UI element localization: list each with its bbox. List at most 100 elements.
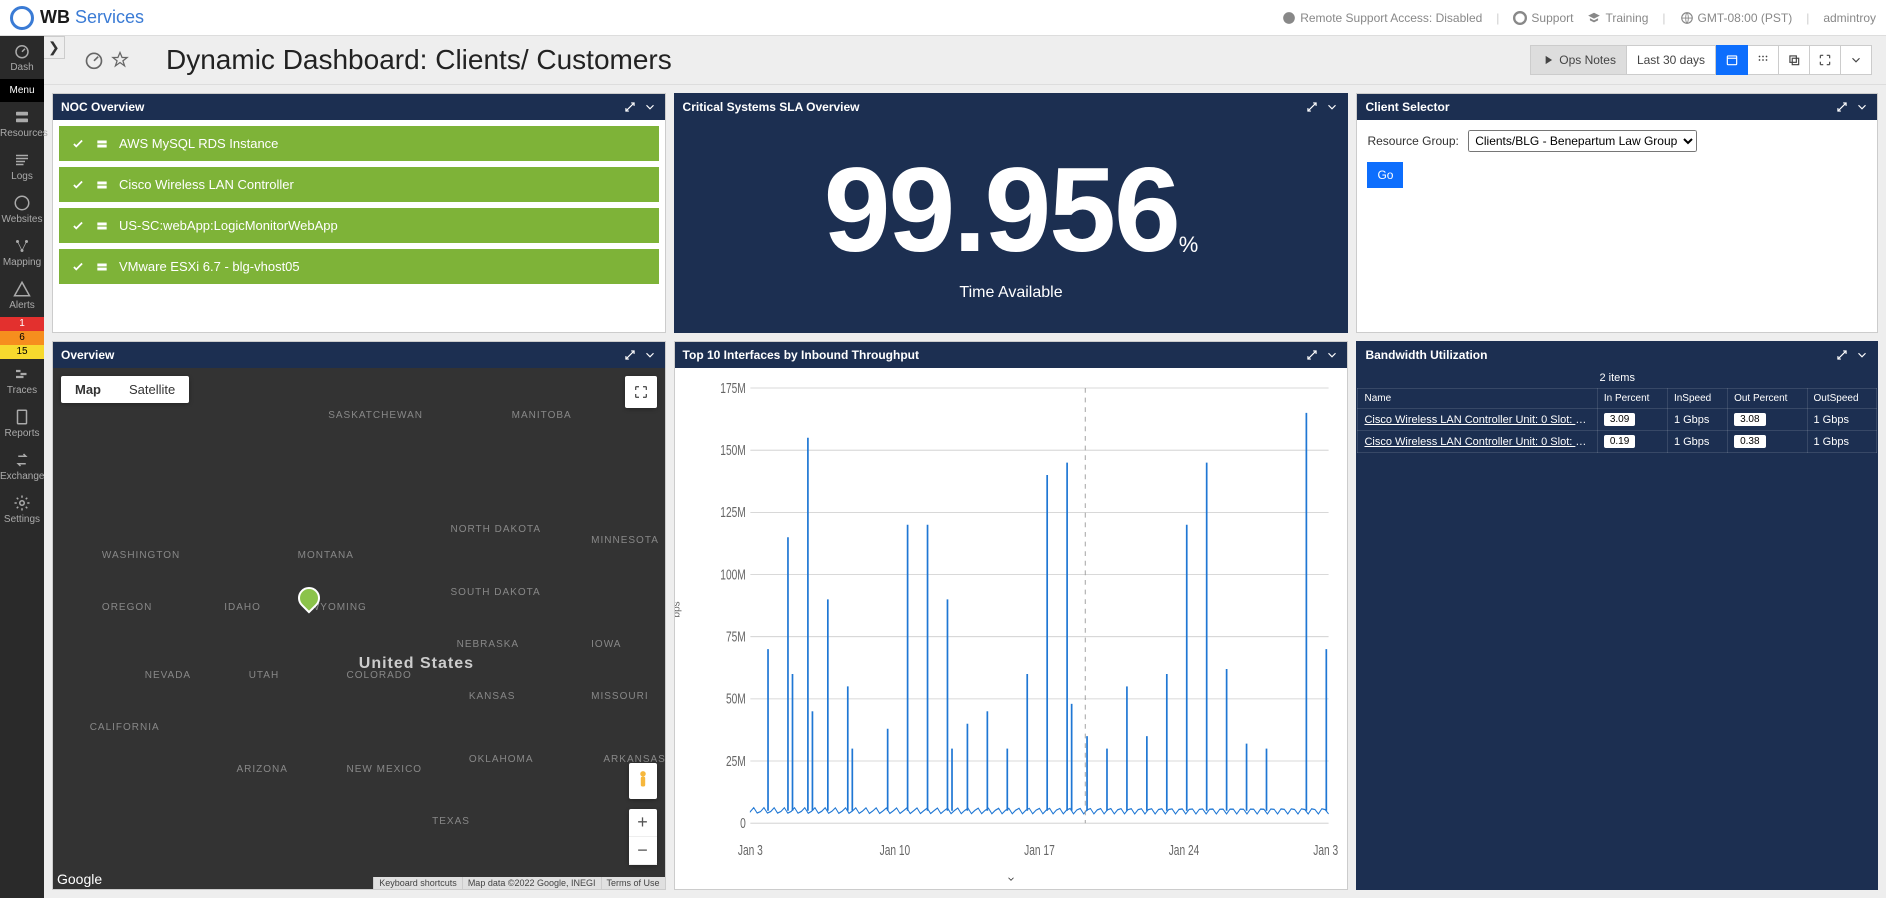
sidebar-label-exchange: Exchange: [0, 471, 44, 482]
more-menu-button[interactable]: [1841, 45, 1872, 75]
brand-services: Services: [75, 7, 144, 27]
expand-icon[interactable]: [1305, 348, 1319, 362]
svg-text:Jan 31: Jan 31: [1313, 843, 1340, 859]
sidebar-expand-handle[interactable]: ❯: [44, 36, 65, 59]
sidebar-item-traces[interactable]: Traces: [0, 359, 44, 402]
panel-title: Overview: [61, 348, 623, 362]
sla-label: Time Available: [959, 284, 1062, 302]
map-terms[interactable]: Terms of Use: [601, 877, 665, 889]
panel-client-selector: Client Selector Resource Group: Clients/…: [1356, 93, 1878, 333]
interface-link[interactable]: Cisco Wireless LAN Controller Unit: 0 Sl…: [1358, 409, 1597, 431]
sidebar-item-alerts[interactable]: Alerts: [0, 274, 44, 317]
map-type-toggle: Map Satellite: [61, 376, 189, 403]
dashboard-header: ❯ Dynamic Dashboard: Clients/ Customers …: [44, 36, 1886, 85]
sidebar-item-resources[interactable]: Resources: [0, 102, 44, 145]
sidebar-item-exchange[interactable]: Exchange: [0, 445, 44, 488]
map-pegman[interactable]: [629, 763, 657, 799]
map-zoom-out[interactable]: −: [629, 837, 657, 865]
sidebar-item-dash[interactable]: Dash: [0, 36, 44, 79]
support-link[interactable]: Support: [1513, 11, 1573, 25]
sidebar-item-logs[interactable]: Logs: [0, 145, 44, 188]
out-percent-cell: 3.08: [1728, 409, 1807, 431]
resource-group-select[interactable]: Clients/BLG - Benepartum Law Group: [1468, 130, 1697, 152]
noc-item[interactable]: US-SC:webApp:LogicMonitorWebApp: [59, 208, 659, 243]
chart-y-axis-label: bps: [674, 601, 683, 617]
panel-title: Top 10 Interfaces by Inbound Throughput: [683, 348, 1306, 362]
grid-icon: [1756, 53, 1770, 67]
panel-title: Critical Systems SLA Overview: [683, 100, 1306, 114]
alert-icon: [13, 280, 31, 298]
map-zoom-in[interactable]: +: [629, 809, 657, 837]
expand-icon[interactable]: [1835, 348, 1849, 362]
col-in-speed[interactable]: InSpeed: [1667, 389, 1727, 409]
alert-count-critical[interactable]: 1: [0, 317, 44, 331]
noc-item[interactable]: AWS MySQL RDS Instance: [59, 126, 659, 161]
chevron-down-icon[interactable]: [1855, 348, 1869, 362]
interface-link[interactable]: Cisco Wireless LAN Controller Unit: 0 Sl…: [1358, 431, 1597, 453]
sidebar-label-websites: Websites: [0, 214, 44, 225]
timezone-selector[interactable]: GMT-08:00 (PST): [1680, 11, 1793, 25]
chevron-down-icon[interactable]: [1855, 100, 1869, 114]
sidebar-label-settings: Settings: [0, 514, 44, 525]
sidebar-item-reports[interactable]: Reports: [0, 402, 44, 445]
svg-text:Jan 3: Jan 3: [737, 843, 762, 859]
grid-button[interactable]: [1748, 45, 1779, 75]
map-fullscreen-button[interactable]: [625, 376, 657, 408]
map-marker[interactable]: [293, 582, 324, 613]
fullscreen-button[interactable]: [1810, 45, 1841, 75]
bandwidth-item-count: 2 items: [1357, 368, 1877, 388]
graduation-icon: [1587, 11, 1601, 25]
user-label: admintroy: [1823, 11, 1876, 25]
chevron-down-icon: [1004, 874, 1018, 884]
chevron-down-icon[interactable]: [643, 348, 657, 362]
training-link[interactable]: Training: [1587, 11, 1648, 25]
sidebar-label-menu: Menu: [0, 85, 44, 96]
panel-title: NOC Overview: [61, 100, 623, 114]
calendar-button[interactable]: [1716, 45, 1748, 75]
throughput-chart[interactable]: bps 025M50M75M100M125M150M175MJan 3Jan 1…: [675, 368, 1348, 872]
map-canvas[interactable]: Map Satellite SASKATCHEWAN MANITOBA WASH…: [53, 368, 665, 889]
star-icon[interactable]: [110, 50, 130, 70]
noc-item-label: Cisco Wireless LAN Controller: [119, 177, 294, 192]
map-keyboard-shortcuts[interactable]: Keyboard shortcuts: [373, 877, 462, 889]
time-range-button[interactable]: Last 30 days: [1627, 45, 1716, 75]
chevron-down-icon[interactable]: [1325, 348, 1339, 362]
col-name[interactable]: Name: [1358, 389, 1597, 409]
col-in-percent[interactable]: In Percent: [1597, 389, 1667, 409]
expand-icon[interactable]: [623, 348, 637, 362]
chevron-down-icon[interactable]: [1325, 100, 1339, 114]
chevron-down-icon[interactable]: [643, 100, 657, 114]
satellite-button[interactable]: Satellite: [115, 376, 189, 403]
copy-button[interactable]: [1779, 45, 1810, 75]
alert-count-warning[interactable]: 15: [0, 345, 44, 359]
map-country-label: United States: [359, 655, 474, 673]
noc-item[interactable]: VMware ESXi 6.7 - blg-vhost05: [59, 249, 659, 284]
col-out-speed[interactable]: OutSpeed: [1807, 389, 1877, 409]
expand-icon[interactable]: [1835, 100, 1849, 114]
sidebar-item-menu[interactable]: Menu: [0, 79, 44, 102]
chart-expand-handle[interactable]: [675, 872, 1348, 889]
noc-item[interactable]: Cisco Wireless LAN Controller: [59, 167, 659, 202]
sidebar-item-settings[interactable]: Settings: [0, 488, 44, 531]
svg-text:Jan 24: Jan 24: [1168, 843, 1199, 859]
remote-support-status[interactable]: Remote Support Access: Disabled: [1282, 11, 1482, 25]
alert-count-error[interactable]: 6: [0, 331, 44, 345]
expand-icon[interactable]: [1305, 100, 1319, 114]
go-button[interactable]: Go: [1367, 162, 1403, 188]
sidebar-label-logs: Logs: [0, 171, 44, 182]
ops-notes-label: Ops Notes: [1559, 53, 1616, 67]
map-button[interactable]: Map: [61, 376, 115, 403]
col-out-percent[interactable]: Out Percent: [1728, 389, 1807, 409]
training-text: Training: [1605, 11, 1648, 25]
in-percent-cell: 0.19: [1597, 431, 1667, 453]
server-icon: [95, 178, 109, 192]
play-icon: [1541, 53, 1555, 67]
sidebar-item-mapping[interactable]: Mapping: [0, 231, 44, 274]
sla-body: 99.956 % Time Available: [675, 120, 1348, 332]
user-menu[interactable]: admintroy: [1823, 11, 1876, 25]
out-percent-cell: 0.38: [1728, 431, 1807, 453]
ops-notes-button[interactable]: Ops Notes: [1530, 45, 1627, 75]
server-icon: [95, 137, 109, 151]
expand-icon[interactable]: [623, 100, 637, 114]
sidebar-item-websites[interactable]: Websites: [0, 188, 44, 231]
